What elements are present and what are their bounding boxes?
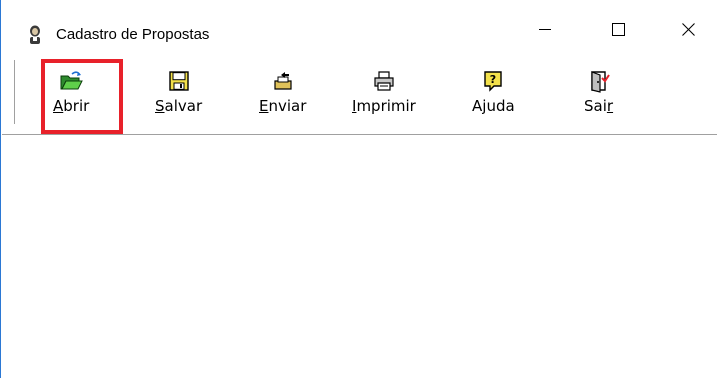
help-icon: ? — [484, 71, 503, 92]
send-button-label: Enviar — [259, 97, 307, 115]
send-icon — [274, 72, 292, 90]
title-bar[interactable]: Cadastro de Propostas — [1, 0, 717, 45]
minimize-button[interactable] — [522, 14, 568, 44]
close-icon — [681, 22, 695, 36]
toolbar-grip[interactable] — [14, 60, 18, 124]
application-window: Cadastro de Propostas Abrir Salvar Envia… — [0, 0, 717, 378]
save-button-label: Salvar — [155, 97, 203, 115]
save-icon — [168, 71, 189, 91]
print-button[interactable]: Imprimir — [352, 58, 416, 126]
exit-button[interactable]: Sair — [584, 58, 613, 126]
maximize-icon — [611, 22, 625, 36]
window-title: Cadastro de Propostas — [56, 26, 210, 43]
printer-icon — [374, 71, 394, 91]
print-button-label: Imprimir — [352, 97, 416, 115]
exit-icon — [590, 71, 610, 93]
help-button-label: Ajuda — [472, 97, 515, 115]
help-button[interactable]: ? Ajuda — [472, 58, 515, 126]
maximize-button[interactable] — [595, 14, 641, 44]
minimize-icon — [539, 29, 551, 30]
selection-highlight — [41, 59, 123, 134]
client-area[interactable] — [2, 136, 717, 378]
save-button[interactable]: Salvar — [155, 58, 202, 126]
send-button[interactable]: Enviar — [259, 58, 306, 126]
exit-button-label: Sair — [584, 97, 614, 115]
svg-text:?: ? — [490, 73, 496, 86]
person-icon — [30, 25, 40, 44]
close-button[interactable] — [665, 14, 711, 44]
